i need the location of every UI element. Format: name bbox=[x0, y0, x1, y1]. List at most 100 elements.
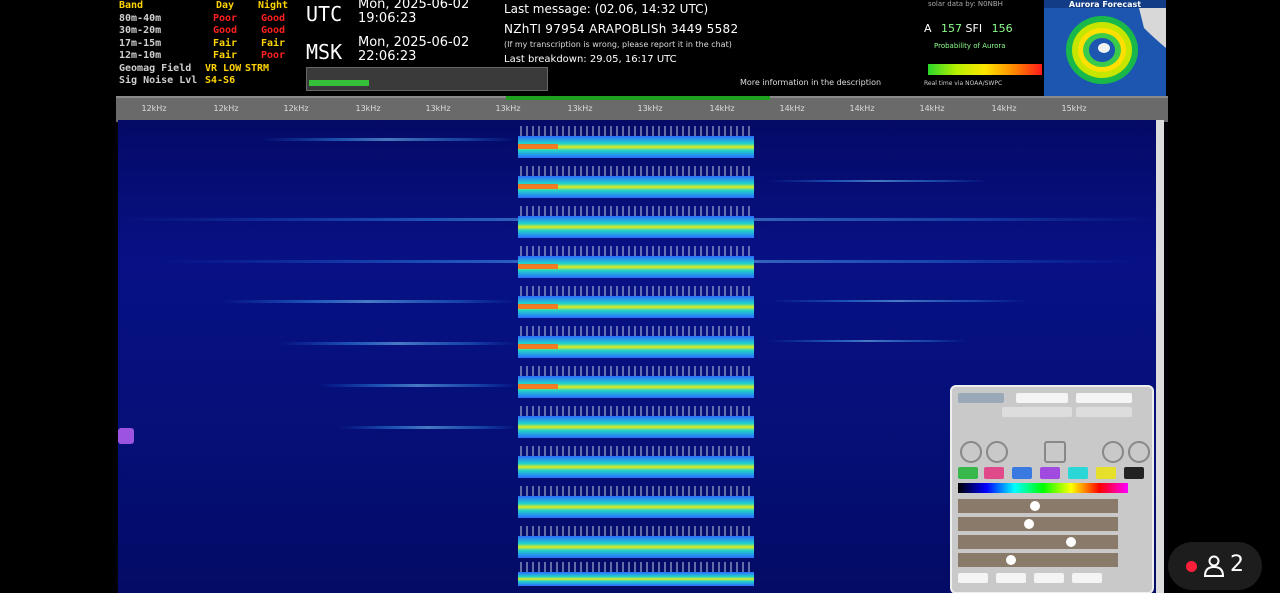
clock-zone: MSK bbox=[306, 40, 343, 64]
panel-input[interactable] bbox=[1002, 407, 1072, 417]
panel-button[interactable] bbox=[958, 393, 1004, 403]
settings-icon[interactable] bbox=[1128, 441, 1150, 463]
transcription-disclaimer: (If my transcription is wrong, please re… bbox=[504, 40, 732, 49]
ruler-tick: 14kHz bbox=[779, 104, 805, 113]
brightness-slider[interactable] bbox=[958, 499, 1118, 513]
panel-button[interactable] bbox=[996, 573, 1026, 583]
ruler-tick: 14kHz bbox=[709, 104, 735, 113]
ruler-tick: 13kHz bbox=[495, 104, 521, 113]
aurora-probability-caption: Probability of Aurora bbox=[934, 42, 1006, 50]
last-breakdown: Last breakdown: 29.05, 16:17 UTC bbox=[504, 54, 677, 65]
gain-slider[interactable] bbox=[958, 535, 1118, 549]
sdr-stream-frame: Band Day Night 80m-40m Poor Good 30m-20m… bbox=[116, 0, 1168, 593]
a-index-label: A bbox=[924, 22, 932, 35]
aurora-probability-scale bbox=[928, 64, 1042, 75]
ruler-tick: 13kHz bbox=[355, 104, 381, 113]
ruler-tick: 12kHz bbox=[213, 104, 239, 113]
color-swatch[interactable] bbox=[1124, 467, 1144, 479]
band-conditions-table: Band Day Night 80m-40m Poor Good 30m-20m… bbox=[119, 0, 299, 88]
geomag-value: VR LOW bbox=[205, 62, 242, 74]
color-swatch[interactable] bbox=[1012, 467, 1032, 479]
night-header-label: Night bbox=[257, 0, 289, 11]
waterfall-control-panel bbox=[950, 385, 1154, 593]
signal-bursts bbox=[518, 136, 754, 586]
ruler-tick: 12kHz bbox=[141, 104, 167, 113]
noise-row: Sig Noise Lvl S4-S6 bbox=[119, 75, 299, 88]
signal-meter-fill bbox=[309, 80, 369, 86]
ruler-tick: 13kHz bbox=[637, 104, 663, 113]
noise-label: Sig Noise Lvl bbox=[119, 75, 198, 86]
geomag-label: Geomag Field bbox=[119, 62, 192, 74]
day-condition: Fair bbox=[212, 37, 238, 49]
ruler-tick: 13kHz bbox=[567, 104, 593, 113]
sfi-label: SFI bbox=[965, 22, 983, 35]
band-name: 12m-10m bbox=[119, 50, 162, 61]
band-row: 80m-40m Poor Good bbox=[119, 13, 299, 26]
last-message: Last message: (02.06, 14:32 UTC) bbox=[504, 2, 709, 16]
band-table-header: Band Day Night bbox=[119, 0, 299, 13]
panel-input[interactable] bbox=[1076, 407, 1132, 417]
transcription: NZhTI 97954 ARAPOBLISh 3449 5582 bbox=[504, 22, 739, 36]
band-row: 17m-15m Fair Fair bbox=[119, 38, 299, 51]
aurora-forecast-map: Aurora Forecast bbox=[1044, 0, 1166, 96]
solar-indices: A 157 SFI 156 bbox=[924, 22, 1013, 35]
clock-datetime: Mon, 2025-06-02 22:06:23 bbox=[358, 36, 469, 64]
color-swatch[interactable] bbox=[958, 467, 978, 479]
clock-time: 22:06:23 bbox=[358, 49, 417, 64]
day-header-label: Day bbox=[215, 0, 235, 11]
clock-time: 19:06:23 bbox=[358, 11, 417, 26]
panel-button[interactable] bbox=[958, 573, 988, 583]
noise-value: S4-S6 bbox=[205, 75, 236, 86]
night-condition: Good bbox=[260, 12, 286, 24]
ruler-tick: 14kHz bbox=[849, 104, 875, 113]
solar-footnote: Real time via NOAA/SWPC bbox=[924, 80, 1003, 87]
waterfall-scrollbar[interactable] bbox=[1156, 120, 1164, 593]
color-swatch[interactable] bbox=[1040, 467, 1060, 479]
ruler-tick: 14kHz bbox=[991, 104, 1017, 113]
day-condition: Good bbox=[212, 25, 238, 36]
band-name: 30m-20m bbox=[119, 25, 162, 36]
panel-button[interactable] bbox=[1076, 393, 1132, 403]
color-swatch[interactable] bbox=[1096, 467, 1116, 479]
more-info-note: More information in the description bbox=[740, 78, 882, 87]
panel-button[interactable] bbox=[1034, 573, 1064, 583]
user-icon bbox=[1203, 555, 1225, 577]
band-name: 17m-15m bbox=[119, 37, 162, 49]
frequency-ruler[interactable]: 12kHz 12kHz 12kHz 13kHz 13kHz 13kHz 13kH… bbox=[116, 96, 1168, 122]
speed-slider[interactable] bbox=[958, 553, 1118, 567]
panel-button[interactable] bbox=[1072, 573, 1102, 583]
solar-header: solar data by: N0NBH bbox=[928, 0, 1003, 8]
color-swatch[interactable] bbox=[984, 467, 1004, 479]
band-row: 12m-10m Fair Poor bbox=[119, 50, 299, 63]
signal-meter bbox=[306, 67, 548, 91]
clock-date: Mon, 2025-06-02 bbox=[358, 35, 470, 50]
zoom-out-icon[interactable] bbox=[986, 441, 1008, 463]
contrast-slider[interactable] bbox=[958, 517, 1118, 531]
clock-datetime: Mon, 2025-06-02 19:06:23 bbox=[358, 0, 469, 26]
solar-data-panel: solar data by: N0NBH A 157 SFI 156 Proba… bbox=[920, 0, 1042, 96]
color-palette-bar[interactable] bbox=[958, 483, 1128, 493]
selected-band-indicator bbox=[506, 96, 770, 100]
color-swatch[interactable] bbox=[1068, 467, 1088, 479]
bookmark-marker[interactable] bbox=[118, 428, 134, 444]
zoom-in-icon[interactable] bbox=[960, 441, 982, 463]
ruler-tick: 12kHz bbox=[283, 104, 309, 113]
day-condition: Poor bbox=[212, 12, 238, 24]
day-condition: Fair bbox=[212, 50, 238, 61]
geomag-row: Geomag Field VR LOW STRM bbox=[119, 63, 299, 76]
live-indicator bbox=[1186, 561, 1197, 572]
night-condition: Poor bbox=[260, 50, 286, 61]
clock-zone: UTC bbox=[306, 2, 343, 26]
night-condition: Good bbox=[260, 25, 286, 36]
band-row: 30m-20m Good Good bbox=[119, 25, 299, 38]
band-name: 80m-40m bbox=[119, 12, 162, 24]
live-viewers-badge[interactable]: 2 bbox=[1168, 542, 1262, 590]
settings-icon[interactable] bbox=[1102, 441, 1124, 463]
status-header: Band Day Night 80m-40m Poor Good 30m-20m… bbox=[116, 0, 1168, 96]
viewers-count: 2 bbox=[1230, 552, 1244, 577]
pen-icon[interactable] bbox=[1044, 441, 1066, 463]
geomag-value-2: STRM bbox=[245, 62, 270, 74]
ssn-value: 156 bbox=[991, 22, 1013, 35]
panel-button[interactable] bbox=[1016, 393, 1068, 403]
ruler-tick: 14kHz bbox=[919, 104, 945, 113]
